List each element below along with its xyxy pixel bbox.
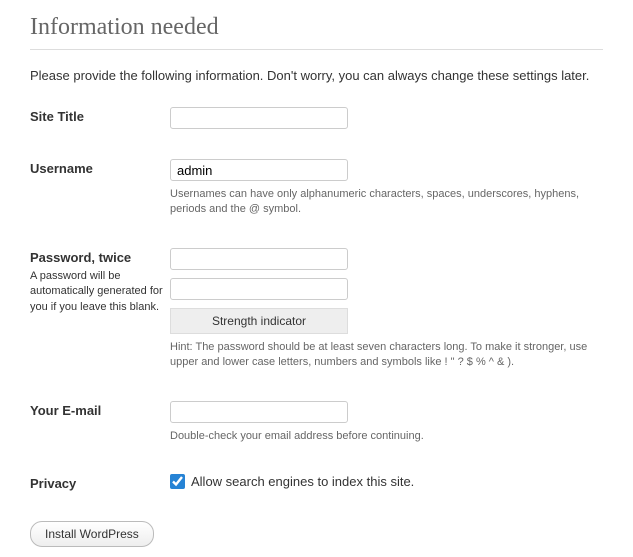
password-hint: Hint: The password should be at least se… bbox=[170, 340, 603, 371]
username-row: Username Usernames can have only alphanu… bbox=[30, 159, 603, 218]
submit-row: Install WordPress bbox=[30, 521, 603, 547]
email-label: Your E-mail bbox=[30, 403, 101, 418]
password-label: Password, twice bbox=[30, 250, 131, 265]
email-help: Double-check your email address before c… bbox=[170, 429, 603, 444]
site-title-input[interactable] bbox=[170, 107, 348, 129]
site-title-row: Site Title bbox=[30, 107, 603, 129]
strength-indicator: Strength indicator bbox=[170, 308, 348, 334]
intro-text: Please provide the following information… bbox=[30, 68, 603, 83]
email-row: Your E-mail Double-check your email addr… bbox=[30, 401, 603, 444]
privacy-checkbox[interactable] bbox=[170, 474, 185, 489]
divider bbox=[30, 49, 603, 50]
password-input-1[interactable] bbox=[170, 248, 348, 270]
site-title-label: Site Title bbox=[30, 109, 84, 124]
password-input-2[interactable] bbox=[170, 278, 348, 300]
page-heading: Information needed bbox=[30, 14, 603, 41]
privacy-label: Privacy bbox=[30, 476, 76, 491]
email-input[interactable] bbox=[170, 401, 348, 423]
username-label: Username bbox=[30, 161, 93, 176]
privacy-checkbox-label: Allow search engines to index this site. bbox=[191, 474, 414, 489]
privacy-row: Privacy Allow search engines to index th… bbox=[30, 474, 603, 491]
password-sublabel: A password will be automatically generat… bbox=[30, 269, 170, 315]
username-input[interactable] bbox=[170, 159, 348, 181]
install-button[interactable]: Install WordPress bbox=[30, 521, 154, 547]
password-row: Password, twice A password will be autom… bbox=[30, 248, 603, 371]
username-help: Usernames can have only alphanumeric cha… bbox=[170, 187, 603, 218]
